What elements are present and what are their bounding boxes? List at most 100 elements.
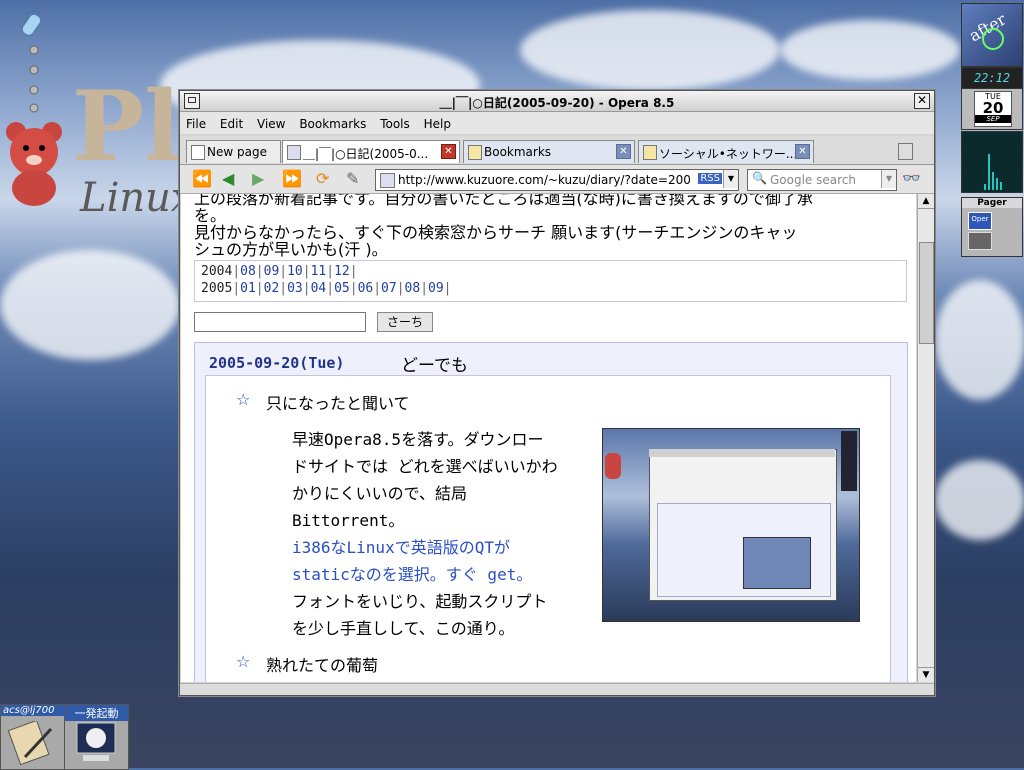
forward-icon[interactable]: ▶ bbox=[252, 171, 264, 187]
tab-bar: New page ＿|￣|○日記(2005-0... ✕ Bookmarks ✕… bbox=[180, 136, 934, 165]
archive-link[interactable]: 08 bbox=[240, 264, 256, 279]
calendar-month: SEP bbox=[975, 115, 1011, 123]
browser-window[interactable]: ＿|￣|○日記(2005-09-20) - Opera 8.5 ✕ File E… bbox=[179, 90, 935, 696]
tab-label: New page bbox=[207, 145, 267, 159]
pager-widget[interactable]: Pager Oper bbox=[961, 197, 1023, 257]
taskbar-item-user[interactable]: acs@lj700 bbox=[0, 704, 65, 770]
site-search-input[interactable] bbox=[194, 312, 366, 332]
paragraph-link[interactable]: i386なLinuxで英語版のQTが bbox=[292, 534, 510, 558]
trash-icon[interactable] bbox=[898, 143, 913, 160]
close-button[interactable]: ✕ bbox=[914, 93, 930, 109]
tab-bookmarks[interactable]: Bookmarks ✕ bbox=[463, 140, 635, 163]
search-placeholder: Google search bbox=[770, 173, 856, 187]
rss-badge[interactable]: RSS bbox=[698, 173, 722, 184]
scroll-thumb[interactable] bbox=[919, 242, 934, 344]
paragraph-line: Bittorrent。 bbox=[292, 511, 405, 530]
pager-desk-active[interactable]: Oper bbox=[968, 212, 992, 230]
pager-item: Oper bbox=[971, 215, 989, 223]
search-dropdown-icon[interactable]: ▼ bbox=[881, 170, 896, 188]
tab-label: ＿|￣|○日記(2005-0... bbox=[303, 147, 429, 161]
tab-close-icon[interactable]: ✕ bbox=[795, 144, 810, 159]
archive-year: 2005 bbox=[201, 281, 233, 296]
window-titlebar[interactable]: ＿|￣|○日記(2005-09-20) - Opera 8.5 ✕ bbox=[180, 91, 934, 112]
page-icon bbox=[287, 145, 301, 160]
paragraph-line: 早速Opera8.5を落す。ダウンロー bbox=[292, 430, 544, 449]
archive-box: 2004|08|09|10|11|12| 2005|01|02|03|04|05… bbox=[194, 260, 907, 302]
site-icon bbox=[380, 173, 395, 188]
address-bar[interactable]: http://www.kuzuore.com/~kuzu/diary/?date… bbox=[375, 169, 739, 191]
page-icon bbox=[191, 145, 205, 160]
address-dropdown-icon[interactable]: ▼ bbox=[723, 170, 738, 188]
menu-bookmarks[interactable]: Bookmarks bbox=[299, 117, 366, 131]
archive-link[interactable]: 06 bbox=[358, 281, 374, 296]
menu-view[interactable]: View bbox=[257, 117, 285, 131]
fast-forward-icon[interactable]: ⏩ bbox=[282, 171, 302, 187]
scroll-up-icon[interactable]: ▲ bbox=[918, 194, 934, 209]
taskbar-item-launcher[interactable]: 一発起動 bbox=[64, 704, 129, 770]
cpu-monitor bbox=[961, 131, 1023, 193]
tab-label: ソーシャル•ネットワー... bbox=[659, 147, 798, 161]
paragraph-line: フォントをいじり、起動スクリプト bbox=[292, 592, 548, 611]
address-url: http://www.kuzuore.com/~kuzu/diary/?date… bbox=[398, 173, 691, 187]
diary-day: 2005-09-20(Tue) どーでも ☆ 只になったと聞いて 早速Opera… bbox=[194, 342, 908, 682]
paragraph-line: ドサイトでは どれを選べばいいかわ bbox=[292, 457, 558, 476]
calendar-widget: TUE 20 SEP bbox=[961, 88, 1023, 130]
search-icon: 🔍 bbox=[752, 171, 767, 185]
intro-text-3: シュの方が早いかも(汗 )。 bbox=[194, 240, 388, 259]
afterstep-icon[interactable]: after bbox=[961, 3, 1023, 67]
archive-link[interactable]: 07 bbox=[381, 281, 397, 296]
rewind-icon[interactable]: ⏪ bbox=[192, 171, 212, 187]
edit-icon[interactable]: ✎ bbox=[346, 171, 359, 187]
archive-link[interactable]: 02 bbox=[264, 281, 280, 296]
monitor-icon bbox=[76, 722, 116, 761]
menu-file[interactable]: File bbox=[186, 117, 206, 131]
archive-link[interactable]: 04 bbox=[311, 281, 327, 296]
menu-tools[interactable]: Tools bbox=[380, 117, 410, 131]
pager-desk[interactable] bbox=[968, 232, 992, 250]
menu-bar: File Edit View Bookmarks Tools Help bbox=[180, 112, 934, 134]
archive-link[interactable]: 03 bbox=[287, 281, 303, 296]
menu-help[interactable]: Help bbox=[424, 117, 451, 131]
archive-link[interactable]: 09 bbox=[264, 264, 280, 279]
back-icon[interactable]: ◀ bbox=[222, 171, 234, 187]
taskbar-launcher-label: 一発起動 bbox=[65, 705, 128, 721]
search-input[interactable]: 🔍 Google search ▼ bbox=[747, 169, 897, 191]
tab-close-icon[interactable]: ✕ bbox=[441, 144, 456, 159]
glasses-icon[interactable]: 👓 bbox=[902, 170, 921, 186]
calendar-day: 20 bbox=[982, 99, 1004, 117]
archive-link[interactable]: 10 bbox=[287, 264, 303, 279]
menu-edit[interactable]: Edit bbox=[220, 117, 243, 131]
archive-link[interactable]: 01 bbox=[240, 281, 256, 296]
archive-row-2004: 2004|08|09|10|11|12| bbox=[201, 264, 358, 279]
desktop-logo: Pl bbox=[72, 70, 181, 183]
scroll-down-icon[interactable]: ▼ bbox=[918, 667, 934, 682]
star-icon: ☆ bbox=[236, 652, 251, 671]
vertical-scrollbar[interactable]: ▲ ▼ bbox=[917, 194, 934, 682]
window-title: ＿|￣|○日記(2005-09-20) - Opera 8.5 bbox=[439, 96, 675, 110]
tab-diary[interactable]: ＿|￣|○日記(2005-0... ✕ bbox=[282, 140, 460, 163]
tab-social[interactable]: ソーシャル•ネットワー... ✕ bbox=[638, 140, 814, 163]
paragraph-link[interactable]: staticなのを選択。すぐ get。 bbox=[292, 561, 532, 585]
archive-link[interactable]: 12 bbox=[334, 264, 350, 279]
bear-icon[interactable] bbox=[2, 118, 66, 206]
day-title: どーでも bbox=[401, 356, 468, 376]
archive-link[interactable]: 08 bbox=[405, 281, 421, 296]
clock-time: 22:12 bbox=[973, 71, 1011, 85]
screenshot-image[interactable] bbox=[602, 428, 860, 622]
diary-section: ☆ 只になったと聞いて 早速Opera8.5を落す。ダウンロー ドサイトでは ど… bbox=[205, 375, 891, 682]
tack-icon[interactable] bbox=[20, 6, 50, 116]
archive-year: 2004 bbox=[201, 264, 233, 279]
tab-new-page[interactable]: New page bbox=[186, 140, 281, 163]
site-search-button[interactable]: さーち bbox=[377, 312, 433, 332]
clipboard-icon bbox=[7, 721, 53, 765]
tab-close-icon[interactable]: ✕ bbox=[616, 144, 631, 159]
page-icon bbox=[643, 145, 657, 160]
status-bar bbox=[180, 683, 934, 695]
day-date[interactable]: 2005-09-20(Tue) bbox=[209, 354, 344, 372]
bookmark-icon bbox=[468, 145, 482, 160]
archive-link[interactable]: 09 bbox=[428, 281, 444, 296]
pager-label: Pager bbox=[962, 198, 1022, 208]
reload-icon[interactable]: ⟳ bbox=[316, 171, 329, 187]
archive-link[interactable]: 11 bbox=[311, 264, 327, 279]
archive-link[interactable]: 05 bbox=[334, 281, 350, 296]
